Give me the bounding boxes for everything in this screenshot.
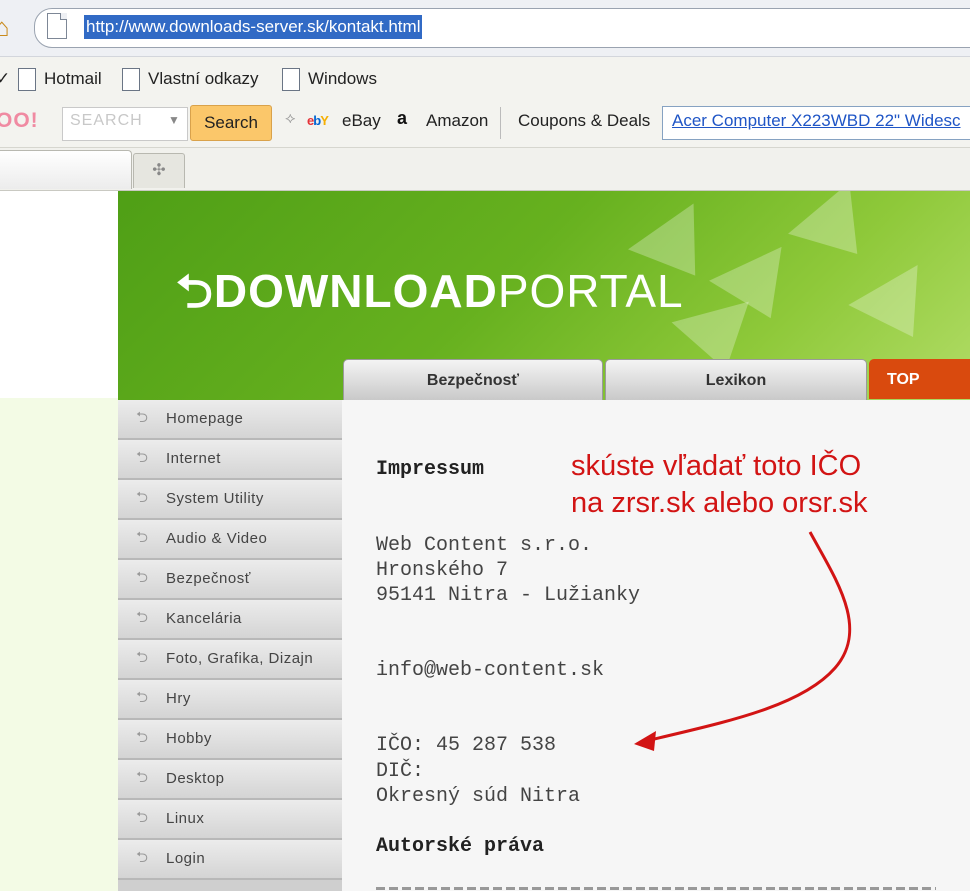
sidebar-item-system-utility[interactable]: ⮌ System Utility	[118, 480, 342, 520]
site-logo[interactable]: ⮌DOWNLOADPORTAL	[176, 258, 684, 336]
sidebar-item-label: Hry	[166, 690, 191, 707]
sidebar-item-login[interactable]: ⮌ Login	[118, 840, 342, 880]
red-annotation: skúste vľadať toto IČO na zrsr.sk alebo …	[571, 448, 868, 522]
ad-link[interactable]: Acer Computer X223WBD 22" Widesc	[672, 111, 961, 131]
page-title: Impressum	[376, 458, 485, 481]
sidebar-item-label: Foto, Grafika, Dizajn	[166, 650, 314, 667]
plus-icon: ✣	[152, 162, 166, 179]
company-dic: DIČ:	[376, 760, 425, 783]
bookmark-page-icon	[18, 68, 36, 92]
section-heading-copyright: Autorské práva	[376, 835, 545, 858]
sidebar-item-bezpecnost[interactable]: ⮌ Bezpečnosť	[118, 560, 342, 600]
annotation-line: na zrsr.sk alebo orsr.sk	[571, 487, 868, 519]
browser-tab[interactable]	[0, 150, 132, 189]
amazon-link[interactable]: Amazon	[426, 111, 488, 131]
coupons-link[interactable]: Coupons & Deals	[518, 111, 650, 131]
menu-arrow-icon: ⮌	[136, 489, 149, 506]
sidebar-item-label: Audio & Video	[166, 530, 268, 547]
bookmark-label: Windows	[308, 69, 377, 88]
sidebar-item-foto-grafika-dizajn[interactable]: ⮌ Foto, Grafika, Dizajn	[118, 640, 342, 680]
page-left-margin	[0, 191, 118, 398]
menu-arrow-icon: ⮌	[136, 769, 149, 786]
sidebar-item-label: Bezpečnosť	[166, 570, 251, 587]
sidebar-item-kancelaria[interactable]: ⮌ Kancelária	[118, 600, 342, 640]
bookmark-label: Hotmail	[44, 69, 102, 88]
sidebar-item-label: Linux	[166, 810, 205, 827]
menu-arrow-icon: ⮌	[136, 449, 149, 466]
menu-arrow-icon: ⮌	[136, 849, 149, 866]
logo-thin: PORTAL	[497, 265, 684, 317]
bookmark-vlastni-odkazy[interactable]: Vlastní odkazy	[122, 66, 259, 92]
bookmark-hotmail[interactable]: Hotmail	[18, 66, 102, 92]
ebay-link[interactable]: eBay	[342, 111, 381, 131]
sidebar-item-label: Hobby	[166, 730, 212, 747]
sidebar-item-label: Internet	[166, 450, 221, 467]
bookmark-page-icon	[282, 68, 300, 92]
menu-arrow-icon: ⮌	[136, 529, 149, 546]
menu-arrow-icon: ⮌	[136, 649, 149, 666]
annotation-line: skúste vľadať toto IČO	[571, 450, 862, 482]
home-icon[interactable]: ⌂	[0, 12, 10, 43]
chevron-down-icon[interactable]: ▼	[168, 113, 180, 127]
yahoo-logo[interactable]: OO!	[0, 109, 39, 133]
menu-arrow-icon: ⮌	[136, 689, 149, 706]
logo-bold: DOWNLOAD	[213, 265, 498, 317]
tab-top[interactable]: TOP	[869, 359, 970, 399]
arrow-decoration-icon	[788, 191, 888, 280]
sidebar-item-internet[interactable]: ⮌ Internet	[118, 440, 342, 480]
menu-arrow-icon: ⮌	[136, 729, 149, 746]
new-tab-button[interactable]: ✣	[133, 153, 185, 188]
sidebar-item-desktop[interactable]: ⮌ Desktop	[118, 760, 342, 800]
company-email[interactable]: info@web-content.sk	[376, 659, 604, 682]
amazon-icon: a	[397, 108, 408, 128]
sidebar-item-label: System Utility	[166, 490, 264, 507]
sidebar-item-label: Login	[166, 850, 206, 867]
yahoo-search-placeholder: SEARCH	[70, 112, 143, 129]
company-court: Okresný súd Nitra	[376, 785, 581, 808]
arrow-decoration-icon	[848, 265, 948, 357]
ebay-icon: ebY	[307, 113, 329, 128]
menu-arrow-icon: ⮌	[136, 409, 149, 426]
bookmarks-bar: ✓ Hotmail Vlastní odkazy Windows	[0, 57, 970, 101]
bookmark-label: Vlastní odkazy	[148, 69, 259, 88]
bookmark-page-icon	[122, 68, 140, 92]
company-name: Web Content s.r.o.	[376, 534, 593, 557]
bookmark-overflow-icon[interactable]: ✓	[0, 66, 10, 92]
logo-arrow-icon: ⮌	[176, 265, 214, 317]
truncated-paragraph	[376, 882, 936, 891]
bookmark-windows[interactable]: Windows	[282, 66, 377, 92]
text-fragment	[376, 887, 936, 890]
tab-lexikon[interactable]: Lexikon	[605, 359, 867, 400]
toolbar-divider	[500, 107, 501, 139]
sidebar-item-linux[interactable]: ⮌ Linux	[118, 800, 342, 840]
sidebar-item-audio-video[interactable]: ⮌ Audio & Video	[118, 520, 342, 560]
page-icon	[47, 13, 67, 39]
menu-arrow-icon: ⮌	[136, 809, 149, 826]
sidebar-item-label: Kancelária	[166, 610, 242, 627]
page-left-background	[0, 398, 118, 891]
toolbar-grip-icon[interactable]: ⟡	[285, 110, 296, 136]
url-text[interactable]: http://www.downloads-server.sk/kontakt.h…	[84, 15, 423, 39]
sidebar-item-label: Homepage	[166, 410, 244, 427]
annotation-arrow-icon	[634, 531, 852, 751]
sidebar-item-hobby[interactable]: ⮌ Hobby	[118, 720, 342, 760]
company-street: Hronského 7	[376, 559, 509, 582]
sidebar-menu: ⮌ Homepage ⮌ Internet ⮌ System Utility ⮌ Aud…	[118, 400, 342, 891]
sidebar-item-label: Desktop	[166, 770, 225, 787]
menu-arrow-icon: ⮌	[136, 609, 149, 626]
tab-bezpecnost[interactable]: Bezpečnosť	[343, 359, 603, 400]
search-button[interactable]: Search	[190, 105, 272, 141]
company-ico: IČO: 45 287 538	[376, 734, 557, 757]
sidebar-item-hry[interactable]: ⮌ Hry	[118, 680, 342, 720]
sidebar-item-homepage[interactable]: ⮌ Homepage	[118, 400, 342, 440]
menu-arrow-icon: ⮌	[136, 569, 149, 586]
